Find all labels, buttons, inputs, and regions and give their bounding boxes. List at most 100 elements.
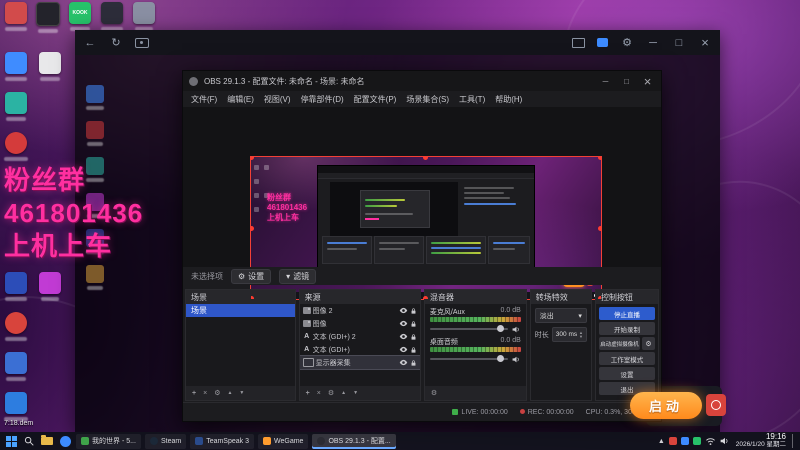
remove-source-icon[interactable] bbox=[317, 390, 321, 397]
menu-view[interactable]: 视图(V) bbox=[264, 94, 291, 105]
source-properties-icon[interactable] bbox=[328, 389, 334, 397]
source-up-icon[interactable] bbox=[341, 390, 346, 396]
record-button[interactable]: 开始录制 bbox=[598, 322, 656, 335]
desktop-icon[interactable] bbox=[2, 52, 30, 81]
settings-icon[interactable] bbox=[620, 36, 634, 49]
desktop-icon[interactable] bbox=[2, 272, 30, 301]
selection-handle[interactable] bbox=[598, 157, 601, 160]
desktop-icon[interactable] bbox=[36, 52, 64, 81]
mixer-settings-icon[interactable] bbox=[431, 389, 437, 397]
close-button[interactable] bbox=[698, 35, 712, 50]
scene-up-icon[interactable] bbox=[227, 390, 232, 396]
desktop-icon[interactable] bbox=[2, 2, 30, 31]
add-scene-icon[interactable] bbox=[192, 390, 196, 397]
start-button[interactable] bbox=[4, 434, 18, 448]
selection-handle[interactable] bbox=[598, 226, 601, 231]
lock-icon[interactable] bbox=[410, 333, 417, 341]
source-row[interactable]: 文本 (GDI+) 2 bbox=[300, 330, 420, 343]
obs-minimize-button[interactable] bbox=[598, 77, 613, 86]
source-row-selected[interactable]: 显示器采集 bbox=[299, 355, 420, 370]
selection-handle[interactable] bbox=[251, 226, 254, 231]
desktop-icon[interactable] bbox=[2, 352, 30, 381]
obs-maximize-button[interactable] bbox=[619, 77, 634, 86]
virtual-camera-button[interactable]: 启动虚拟摄像机 bbox=[598, 337, 641, 350]
remote-desktop-icon[interactable] bbox=[81, 121, 109, 146]
tray-icon[interactable] bbox=[680, 437, 689, 445]
tray-icon[interactable] bbox=[692, 437, 701, 445]
volume-icon[interactable] bbox=[720, 436, 730, 446]
source-down-icon[interactable] bbox=[353, 390, 358, 396]
scenes-dock-title[interactable]: 场景 bbox=[186, 290, 295, 304]
menu-file[interactable]: 文件(F) bbox=[191, 94, 217, 105]
studio-mode-button[interactable]: 工作室模式 bbox=[598, 352, 656, 365]
menu-scene-collection[interactable]: 场景集合(S) bbox=[406, 94, 449, 105]
minimize-button[interactable] bbox=[646, 37, 660, 49]
lock-icon[interactable] bbox=[410, 320, 417, 328]
scene-settings-icon[interactable] bbox=[214, 389, 220, 397]
desktop-icon[interactable] bbox=[2, 312, 30, 341]
menu-tools[interactable]: 工具(T) bbox=[459, 94, 485, 105]
desktop-icon[interactable] bbox=[98, 2, 126, 31]
volume-slider[interactable] bbox=[429, 355, 508, 362]
desktop-icon[interactable] bbox=[2, 92, 30, 121]
scene-item[interactable]: 场景 bbox=[186, 304, 295, 317]
transition-select[interactable]: 淡出 bbox=[534, 308, 587, 323]
menu-edit[interactable]: 编辑(E) bbox=[227, 94, 254, 105]
spin-down-icon[interactable] bbox=[579, 335, 583, 339]
screenshot-icon[interactable] bbox=[135, 37, 149, 48]
selection-handle[interactable] bbox=[598, 296, 601, 299]
taskbar-app-minecraft[interactable]: 我的世界 - 5... bbox=[76, 433, 141, 449]
monitor-icon[interactable] bbox=[572, 37, 585, 48]
virtual-camera-settings-button[interactable] bbox=[642, 337, 656, 350]
menu-help[interactable]: 帮助(H) bbox=[495, 94, 522, 105]
tray-icon[interactable] bbox=[668, 437, 677, 445]
taskbar-clock[interactable]: 19:16 2026/1/20 星期二 bbox=[736, 433, 786, 449]
maximize-button[interactable] bbox=[672, 37, 686, 49]
selection-handle[interactable] bbox=[251, 157, 254, 160]
visibility-eye-icon[interactable] bbox=[399, 346, 408, 353]
desktop-icon-kook[interactable]: KOOK bbox=[66, 2, 94, 31]
desktop-icon[interactable] bbox=[2, 392, 30, 421]
remote-desktop-icon[interactable] bbox=[81, 85, 109, 110]
remote-desktop-icon[interactable] bbox=[81, 265, 109, 290]
desktop-icon[interactable] bbox=[36, 272, 64, 301]
source-row[interactable]: 文本 (GDI+) bbox=[300, 343, 420, 356]
stream-button[interactable]: 停止直播 bbox=[598, 307, 656, 320]
taskbar-app-teamspeak[interactable]: TeamSpeak 3 bbox=[190, 433, 254, 449]
source-row[interactable]: 图像 2 bbox=[300, 304, 420, 317]
file-explorer-button[interactable] bbox=[40, 434, 54, 448]
selection-handle[interactable] bbox=[423, 157, 428, 160]
sources-dock-title[interactable]: 来源 bbox=[299, 290, 420, 304]
obs-close-button[interactable] bbox=[640, 74, 655, 89]
desktop-icon[interactable] bbox=[2, 132, 30, 161]
taskbar-app-steam[interactable]: Steam bbox=[144, 433, 187, 449]
visibility-eye-icon[interactable] bbox=[399, 333, 408, 340]
menu-docks[interactable]: 停靠部件(D) bbox=[301, 94, 344, 105]
desktop-icon[interactable] bbox=[130, 2, 158, 31]
volume-slider[interactable] bbox=[429, 325, 508, 332]
filters-button[interactable]: 滤镜 bbox=[279, 268, 317, 284]
desktop-icon[interactable] bbox=[34, 2, 62, 33]
add-source-icon[interactable] bbox=[306, 390, 310, 397]
speaker-icon[interactable] bbox=[512, 325, 521, 334]
taskbar-app-wegame[interactable]: WeGame bbox=[258, 433, 309, 449]
settings-button[interactable]: 设置 bbox=[598, 367, 656, 380]
mixer-dock-title[interactable]: 混音器 bbox=[424, 290, 526, 304]
refresh-icon[interactable] bbox=[109, 36, 123, 49]
menu-profile[interactable]: 配置文件(P) bbox=[354, 94, 397, 105]
obs-titlebar[interactable]: OBS 29.1.3 - 配置文件: 未命名 - 场景: 未命名 bbox=[183, 71, 661, 92]
show-desktop-button[interactable] bbox=[792, 434, 796, 448]
visibility-eye-icon[interactable] bbox=[399, 320, 408, 327]
launcher-start-button[interactable]: 启动 bbox=[630, 392, 702, 419]
dem-file-label[interactable]: 7:18.dem bbox=[4, 420, 33, 427]
duration-spinner[interactable]: 300 ms bbox=[551, 327, 587, 342]
remove-scene-icon[interactable] bbox=[203, 390, 207, 397]
network-icon[interactable] bbox=[705, 436, 716, 446]
search-button[interactable] bbox=[22, 434, 36, 448]
chat-icon[interactable] bbox=[597, 38, 608, 47]
selection-handle[interactable] bbox=[423, 296, 428, 299]
scene-down-icon[interactable] bbox=[239, 390, 244, 396]
transitions-dock-title[interactable]: 转场特效 bbox=[530, 290, 591, 304]
tray-expand-icon[interactable] bbox=[658, 438, 665, 445]
controls-dock-title[interactable]: 控制按钮 bbox=[595, 290, 659, 304]
